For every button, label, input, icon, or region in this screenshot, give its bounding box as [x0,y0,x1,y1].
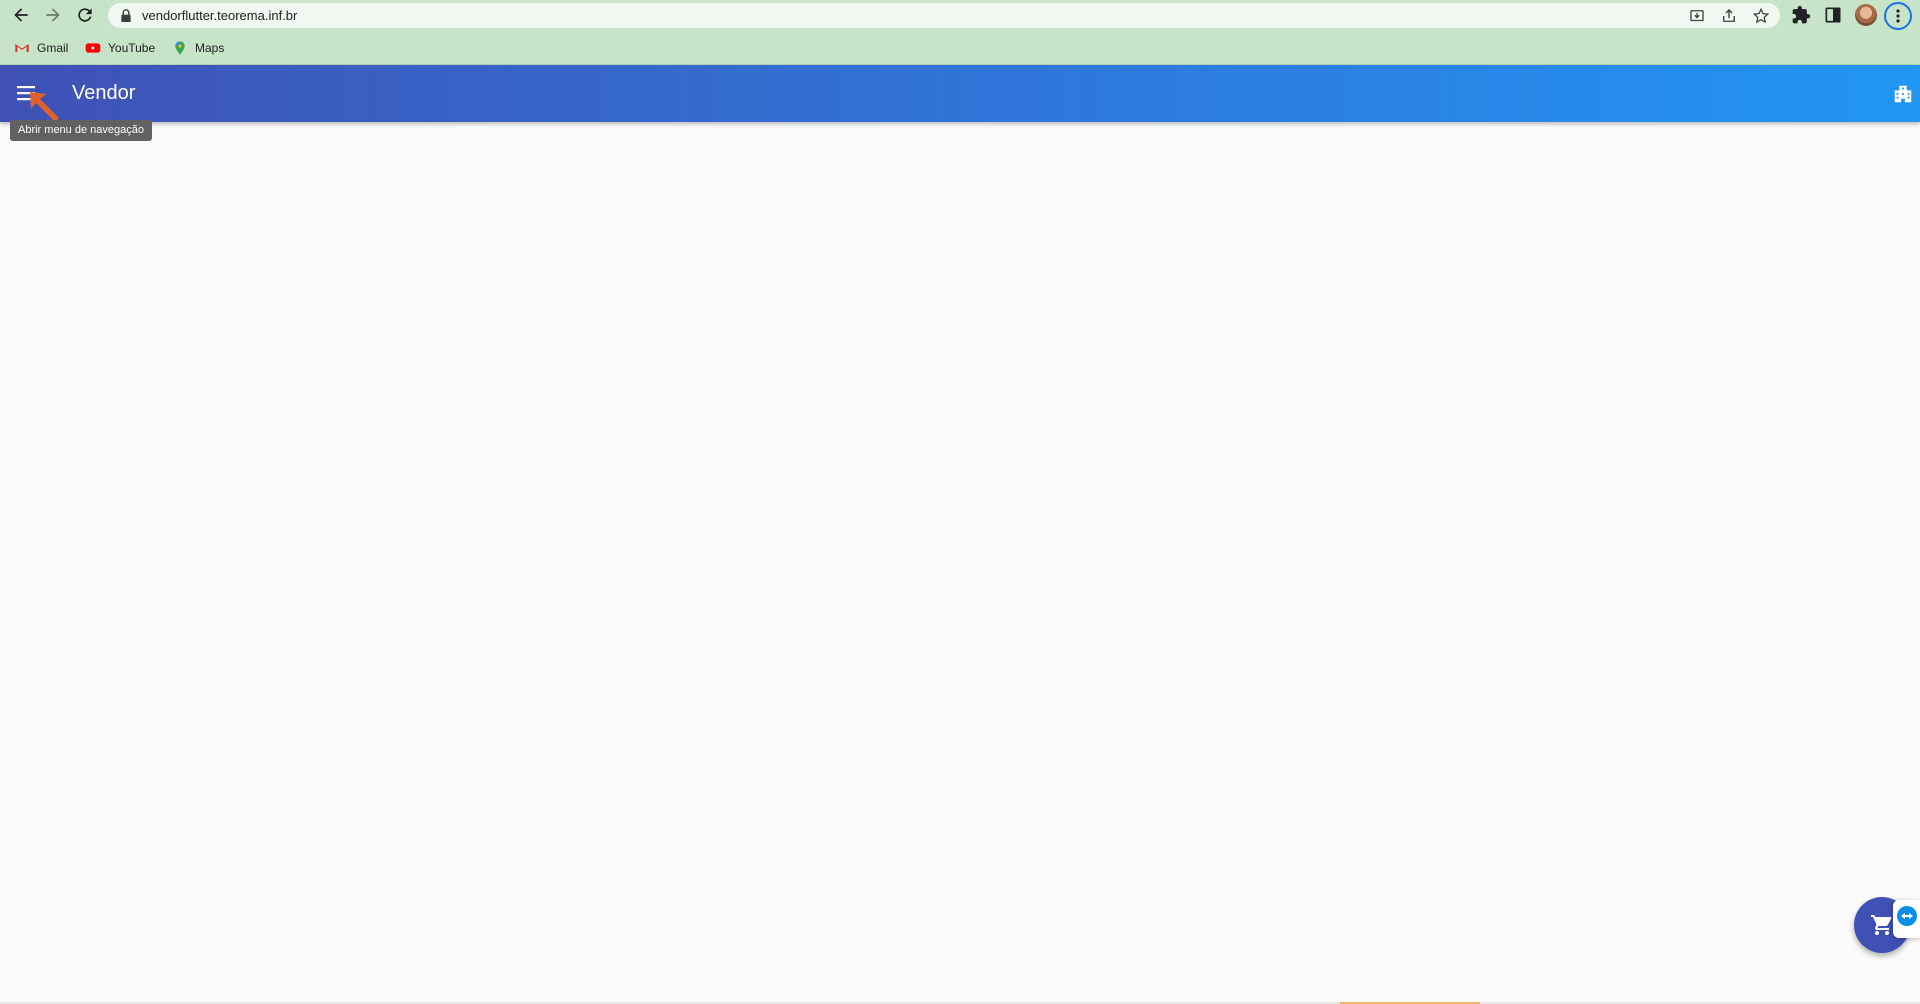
reload-icon [78,8,92,22]
bookmarks-bar: Gmail YouTube Maps [0,31,1920,65]
youtube-icon [85,43,101,53]
star-bookmark-icon[interactable] [1752,7,1770,25]
bookmark-gmail[interactable]: Gmail [14,40,68,56]
browser-menu-button[interactable] [1884,2,1912,30]
share-icon[interactable] [1720,7,1738,25]
main-content [0,122,1920,1002]
maps-icon [175,41,185,55]
building-icon[interactable] [1892,83,1914,105]
lock-icon [121,9,131,22]
app-title: Vendor [72,82,136,104]
gmail-icon [15,44,29,52]
url-text[interactable]: vendorflutter.teorema.inf.br [142,8,297,23]
forward-arrow-icon [46,8,60,22]
app-bar: Vendor [0,65,1920,122]
more-vertical-icon [1896,9,1900,23]
install-app-icon[interactable] [1688,7,1706,25]
extensions-puzzle-icon[interactable] [1791,5,1811,25]
bookmark-maps[interactable]: Maps [172,40,224,56]
shopping-cart-icon [1871,915,1892,935]
teamviewer-widget[interactable] [1893,900,1920,938]
reload-button[interactable] [73,3,97,27]
bookmark-youtube[interactable]: YouTube [85,40,155,56]
bookmark-label: Gmail [37,41,69,55]
forward-button[interactable] [41,3,65,27]
side-panel-icon[interactable] [1823,5,1843,25]
teamviewer-icon [1897,906,1917,926]
address-bar[interactable]: vendorflutter.teorema.inf.br [108,3,1780,28]
bookmark-label: YouTube [108,41,156,55]
back-button[interactable] [9,3,33,27]
browser-toolbar: vendorflutter.teorema.inf.br [0,0,1920,31]
back-arrow-icon [14,8,28,22]
profile-avatar[interactable] [1855,4,1877,26]
bookmark-label: Maps [195,41,225,55]
